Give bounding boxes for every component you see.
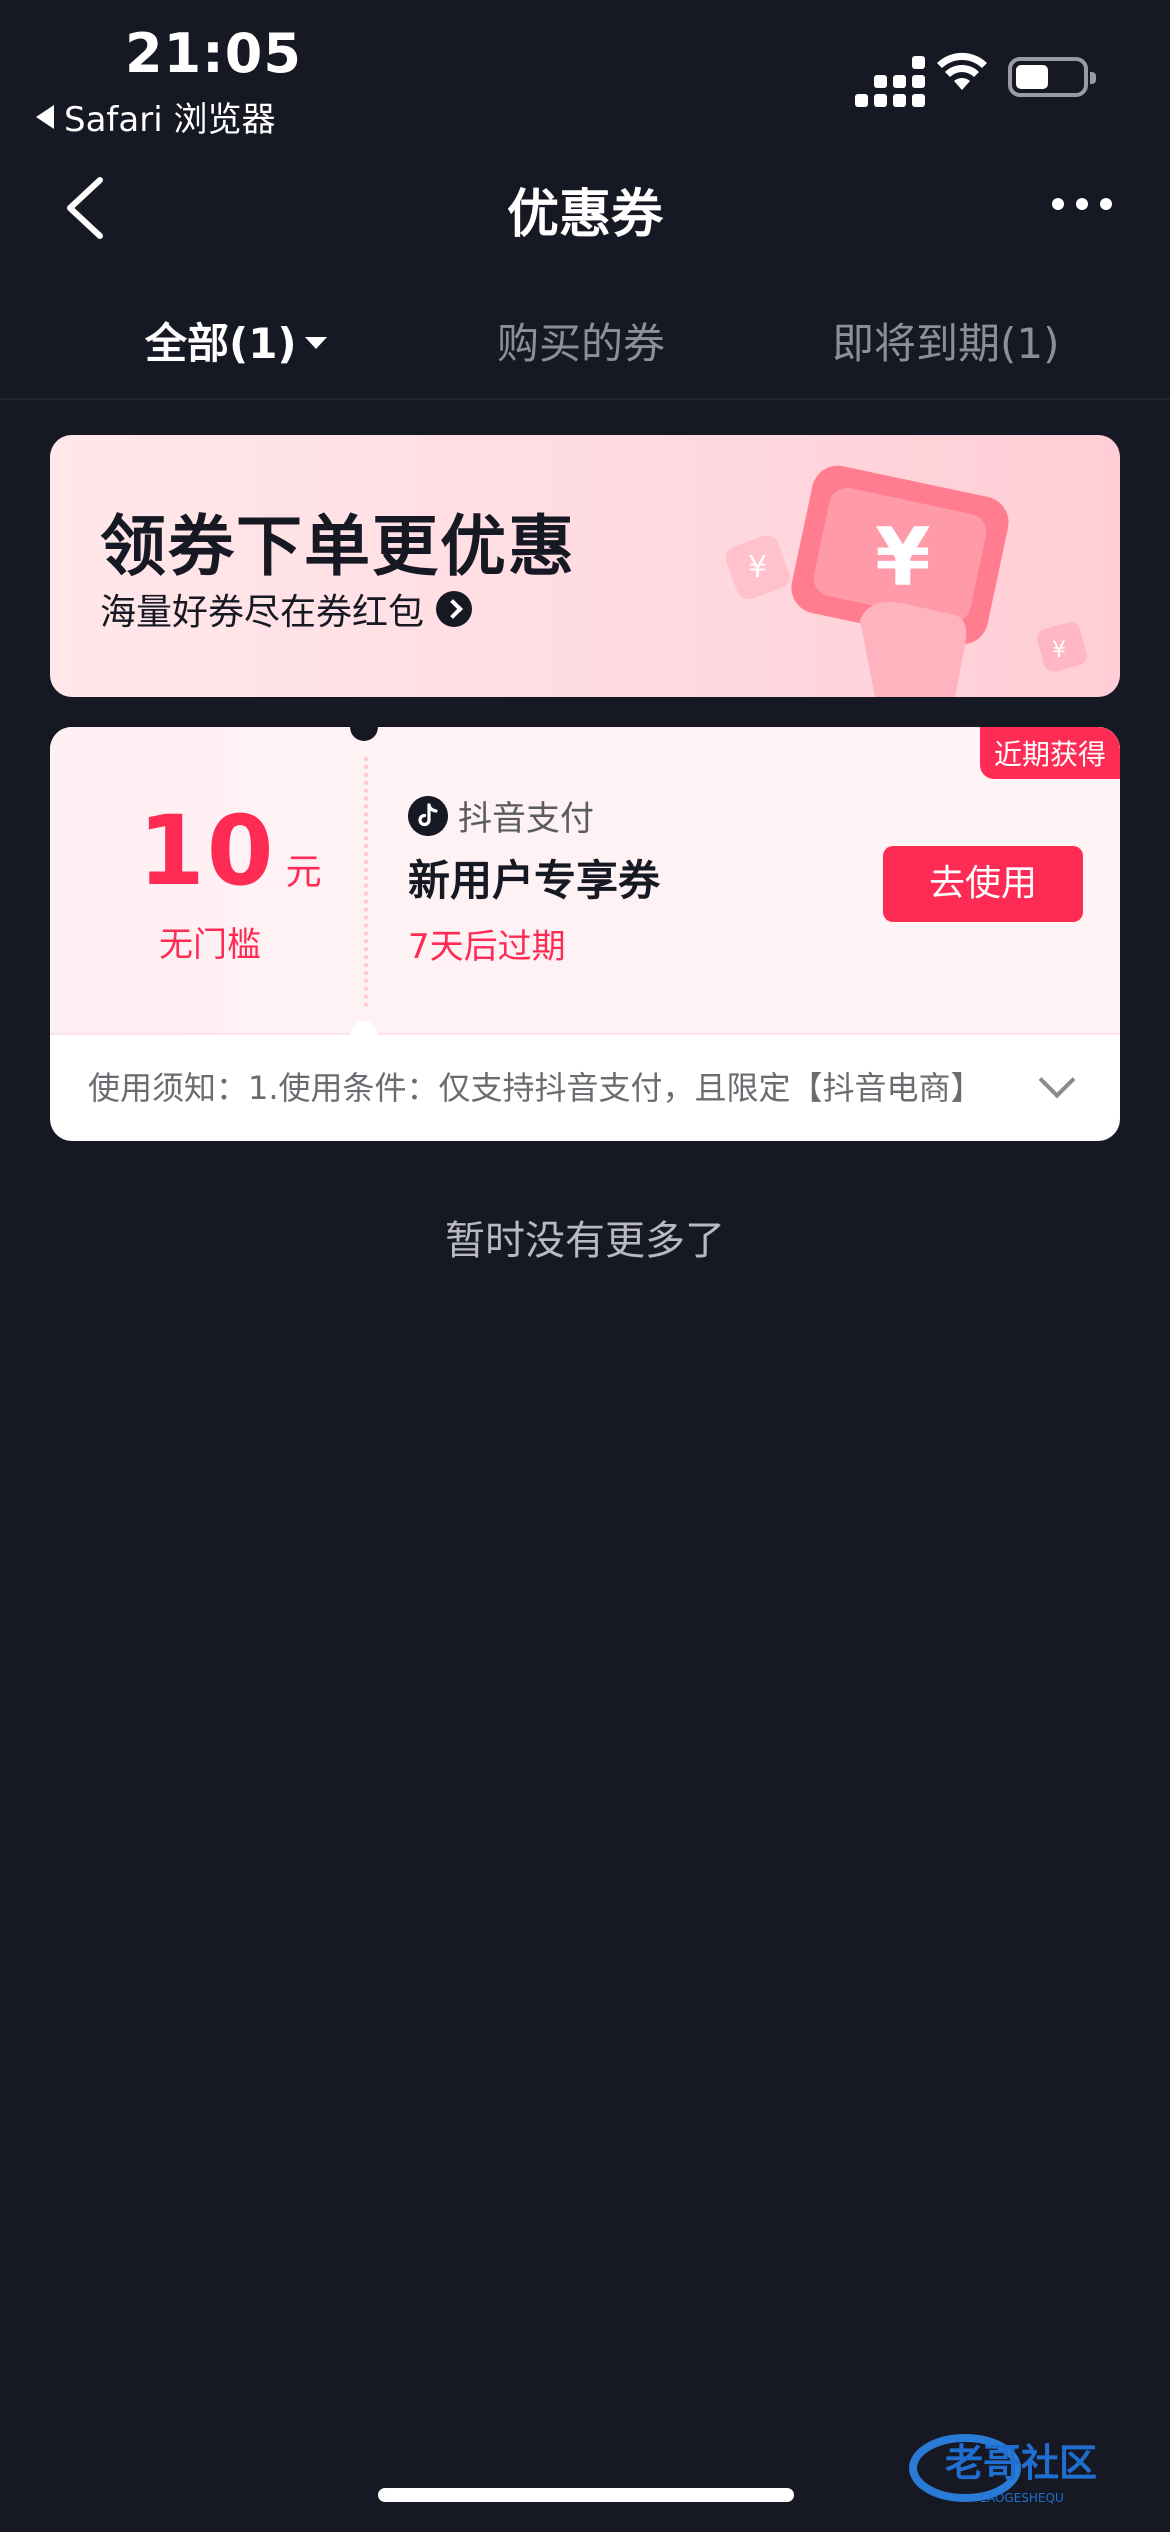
banner-title: 领券下单更优惠 [100,508,576,585]
caret-down-icon [304,336,327,349]
tab-all-label: 全部(1) [145,319,297,368]
tab-expiring-soon[interactable]: 即将到期(1) [832,310,1060,371]
coupon-expiry: 7天后过期 [408,927,566,967]
chevron-down-icon[interactable] [1038,1061,1076,1099]
coupon-promo-banner[interactable]: 领券下单更优惠 海量好券尽在券红包 ¥ ¥ ¥ [50,435,1120,697]
banner-subtitle-link[interactable]: 海量好券尽在券红包 [100,583,473,635]
tab-bar: 全部(1) 购买的券 即将到期(1) [0,300,1170,400]
coupon-ticket: 近期获得 10 元 无门槛 抖音支付 新用户专享券 7天后过期 去使用 [50,727,1120,1035]
watermark-text: 老哥社区 [945,2441,1097,2485]
use-coupon-button[interactable]: 去使用 [883,846,1083,922]
wifi-icon [937,52,987,90]
back-app-label: Safari 浏览器 [64,100,276,140]
cellular-signal-icon [855,56,925,107]
coupon-name: 新用户专享券 [408,856,661,905]
recent-badge: 近期获得 [979,727,1120,779]
coupon-amount-unit: 元 [285,852,322,893]
ticket-notch-bottom [350,1021,378,1049]
arrow-right-icon [436,591,473,627]
banner-subtitle: 海量好券尽在券红包 [100,592,425,633]
douyin-logo-icon [408,795,448,836]
battery-icon [1008,57,1096,97]
coupon-brand: 抖音支付 [408,791,594,840]
svg-text:¥: ¥ [1052,638,1066,663]
svg-text:¥: ¥ [748,550,767,585]
coupon-usage-notice: 使用须知：1.使用条件：仅支持抖音支付，且限定【抖音电商】 [88,1069,983,1107]
more-dots-icon[interactable] [1052,198,1112,210]
coupon-amount: 10 元 [138,795,322,907]
coupon-threshold: 无门槛 [159,925,261,965]
coupon-amount-value: 10 [138,795,276,907]
perforation-divider [364,757,368,1007]
tab-all[interactable]: 全部(1) [145,310,327,371]
coupon-hand-illustration-icon: ¥ ¥ ¥ [725,465,1087,697]
no-more-text: 暂时没有更多了 [445,1218,725,1264]
back-triangle-icon [36,104,54,129]
coupon-card: 近期获得 10 元 无门槛 抖音支付 新用户专享券 7天后过期 去使用 使用须知… [50,727,1120,1141]
page-title: 优惠券 [506,185,663,245]
svg-text:¥: ¥ [875,511,931,604]
back-to-app-link[interactable]: Safari 浏览器 [36,92,275,141]
home-indicator[interactable] [378,2488,794,2502]
coupon-brand-label: 抖音支付 [458,799,594,839]
status-time: 21:05 [125,22,302,85]
watermark-logo-icon: 老哥社区 LAOGESHEQU [909,2434,1097,2505]
watermark-subtext: LAOGESHEQU [980,2491,1064,2505]
tab-purchased[interactable]: 购买的券 [497,310,665,371]
